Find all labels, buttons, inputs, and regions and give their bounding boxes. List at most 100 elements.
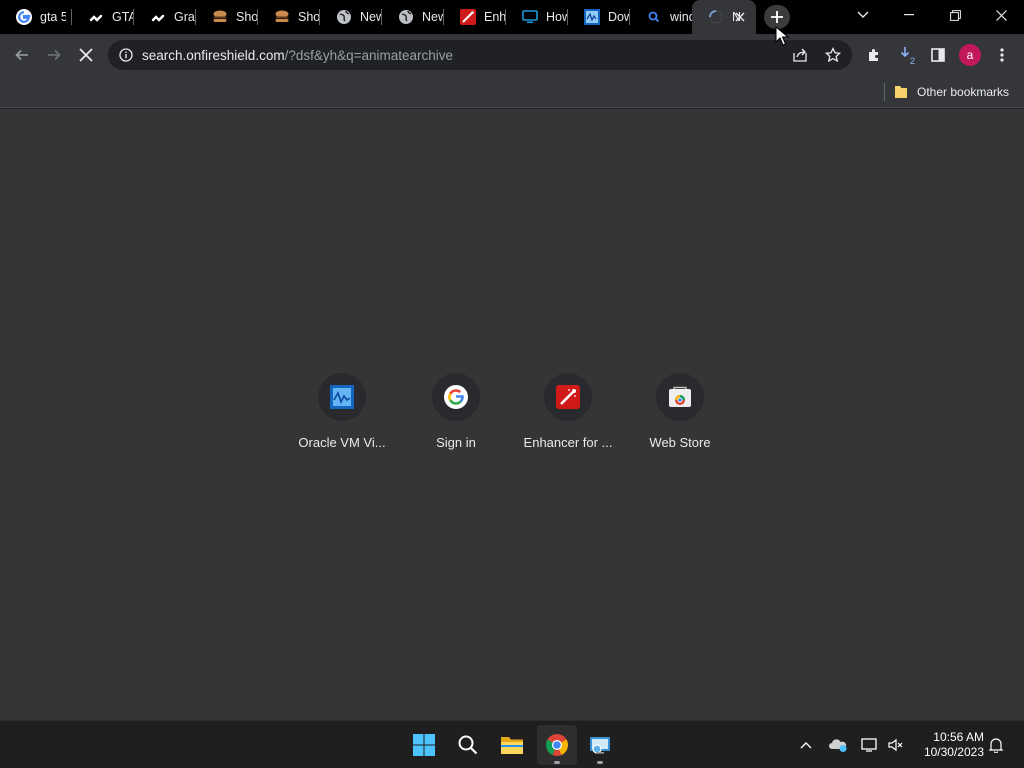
stop-icon: [79, 48, 93, 62]
extensions-button[interactable]: [860, 41, 888, 69]
other-bookmarks-button[interactable]: Other bookmarks: [894, 82, 1009, 102]
tab-title: New: [422, 10, 444, 24]
back-button[interactable]: [8, 41, 36, 69]
arrow-left-icon: [15, 49, 28, 61]
more-vert-icon: [1000, 48, 1004, 62]
tab-search-button[interactable]: [840, 0, 886, 30]
volume-tray-button[interactable]: [884, 733, 908, 757]
arrow-right-icon: [48, 49, 61, 61]
running-indicator: [554, 761, 560, 764]
other-bookmarks-label: Other bookmarks: [917, 85, 1010, 99]
loading-spinner-icon: [708, 9, 724, 25]
system-clock[interactable]: 10:56 AM 10/30/2023: [912, 730, 984, 760]
chrome-window: gta 5 GTA Grand Shop: [0, 0, 1024, 768]
restore-icon: [949, 9, 961, 21]
tab-title: Grand: [174, 10, 196, 24]
cloud-icon: [829, 739, 847, 752]
virtualbox-icon: [330, 385, 354, 409]
monitor-icon: [522, 9, 538, 25]
restore-button[interactable]: [932, 0, 978, 30]
shortcut-label: Web Store: [649, 435, 711, 450]
bookmarks-separator: [884, 83, 885, 101]
url-path: /?dsf&yh&q=animatearchive: [284, 48, 454, 63]
tab-download[interactable]: Dow: [568, 0, 630, 34]
windows-logo-icon: [413, 734, 435, 756]
address-bar[interactable]: search.onfireshield.com/?dsf&yh&q=animat…: [108, 40, 852, 70]
plus-icon: [771, 11, 783, 23]
network-tray-button[interactable]: [858, 733, 882, 757]
minimize-button[interactable]: [886, 0, 932, 30]
new-tab-page: Oracle VM Vi... Sign in Enhancer for ...: [0, 109, 1024, 720]
tab-shop-2[interactable]: Shop: [258, 0, 320, 34]
globe-icon: [398, 9, 414, 25]
start-button[interactable]: [404, 725, 444, 765]
downloads-count: 2: [910, 56, 916, 66]
tab-title: How: [546, 10, 568, 24]
tab-new-2[interactable]: New: [382, 0, 444, 34]
tab-shop-1[interactable]: Shop: [196, 0, 258, 34]
shortcut-label: Sign in: [436, 435, 476, 450]
tab-active-loading[interactable]: N: [692, 0, 756, 34]
minimize-icon: [904, 14, 914, 16]
clock-date: 10/30/2023: [923, 745, 984, 759]
tab-enhancer[interactable]: Enh: [444, 0, 506, 34]
tab-strip: gta 5 GTA Grand Shop: [0, 0, 1024, 34]
tab-title: GTA: [112, 10, 134, 24]
menu-button[interactable]: [988, 41, 1016, 69]
side-panel-icon: [931, 48, 945, 62]
mouse-cursor-icon: [775, 26, 789, 46]
url-text[interactable]: search.onfireshield.com/?dsf&yh&q=animat…: [142, 48, 453, 63]
onedrive-tray-button[interactable]: [826, 733, 850, 757]
burger-icon: [212, 9, 228, 25]
info-icon[interactable]: [119, 48, 133, 67]
chevron-down-icon: [857, 11, 869, 18]
tab-title: Shop: [236, 10, 258, 24]
bookmarks-bar: Other bookmarks: [0, 76, 1024, 108]
network-icon: [861, 738, 877, 752]
profile-button[interactable]: a: [956, 41, 984, 69]
side-panel-button[interactable]: [924, 41, 952, 69]
downloads-button[interactable]: 2: [894, 41, 922, 69]
google-icon: [16, 9, 32, 25]
tab-windows-search[interactable]: wind: [630, 0, 692, 34]
running-indicator: [597, 761, 603, 764]
shortcut-enhancer[interactable]: Enhancer for ...: [520, 371, 616, 461]
notifications-button[interactable]: [984, 733, 1008, 757]
share-icon[interactable]: [792, 47, 808, 68]
taskbar-search-button[interactable]: [448, 725, 488, 765]
bookmark-star-icon[interactable]: [824, 46, 842, 68]
close-icon: [995, 9, 1007, 21]
rdp-taskbar-button[interactable]: [580, 725, 620, 765]
windows-taskbar: 10:56 AM 10/30/2023: [0, 720, 1024, 768]
tab-grand[interactable]: Grand: [134, 0, 196, 34]
avatar: a: [959, 44, 981, 66]
tab-gta-5[interactable]: gta 5: [0, 0, 72, 34]
bell-icon: [988, 738, 1004, 753]
close-window-button[interactable]: [978, 0, 1024, 30]
folder-icon: [501, 737, 523, 754]
shortcut-label: Enhancer for ...: [523, 435, 613, 450]
tab-how[interactable]: How: [506, 0, 568, 34]
tab-new-1[interactable]: New: [320, 0, 382, 34]
show-hidden-icons-button[interactable]: [794, 733, 818, 757]
forward-button[interactable]: [40, 41, 68, 69]
link-icon: [88, 9, 104, 25]
virtualbox-icon: [584, 9, 600, 25]
shortcut-web-store[interactable]: Web Store: [632, 371, 728, 461]
remote-desktop-icon: [590, 737, 610, 754]
close-tab-icon[interactable]: [732, 9, 748, 25]
chevron-up-icon: [800, 742, 812, 749]
volume-muted-icon: [888, 738, 903, 752]
clock-time: 10:56 AM: [933, 730, 984, 744]
shortcut-sign-in[interactable]: Sign in: [408, 371, 504, 461]
chrome-taskbar-button[interactable]: [537, 725, 577, 765]
shortcut-icon-container: [318, 373, 366, 421]
file-explorer-button[interactable]: [492, 725, 532, 765]
stop-loading-button[interactable]: [72, 41, 100, 69]
puzzle-icon: [869, 49, 878, 61]
link-icon: [150, 9, 166, 25]
tab-gta[interactable]: GTA: [72, 0, 134, 34]
globe-icon: [336, 9, 352, 25]
url-host: search.onfireshield.com: [142, 48, 285, 63]
shortcut-oracle-vm[interactable]: Oracle VM Vi...: [294, 371, 390, 461]
